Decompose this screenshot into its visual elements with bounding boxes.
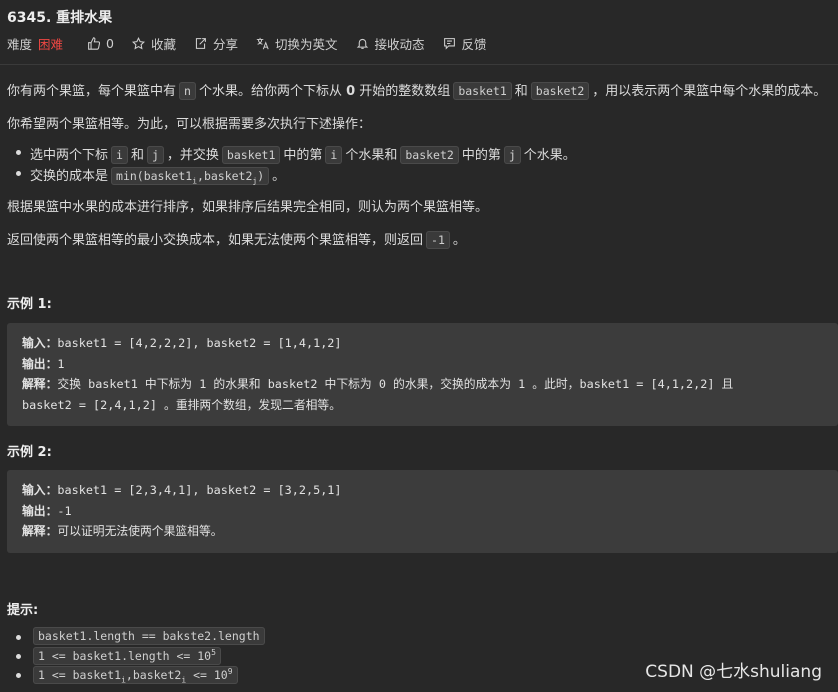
- list-item: 1 <= basket1.length <= 105: [16, 647, 265, 667]
- description-paragraph-3: 根据果篮中水果的成本进行排序，如果排序后结果完全相同，则认为两个果篮相等。: [7, 200, 489, 215]
- example-1-block: 输入：basket1 = [4,2,2,2], basket2 = [1,4,1…: [7, 323, 838, 426]
- example-2-heading: 示例 2:: [7, 445, 52, 460]
- list-item: 交换的成本是 min(basket1i,basket2j)。: [16, 165, 576, 186]
- inline-code: min(basket1i,basket2j): [111, 167, 270, 185]
- inline-code: basket1: [453, 82, 512, 100]
- inline-code: -1: [426, 231, 450, 249]
- translate-button[interactable]: 切换为英文: [256, 34, 338, 53]
- translate-icon: [256, 37, 269, 49]
- operation-list: 选中两个下标 i 和 j ，并交换 basket1 中的第 i 个水果和 basket2 中的第 j 个…: [16, 144, 576, 186]
- page-title: 6345. 重排水果: [7, 10, 113, 26]
- hints-list: basket1.length == bakste2.length 1 <= ba…: [16, 627, 265, 686]
- csdn-watermark: CSDN @七水shuliang: [645, 662, 822, 682]
- subscribe-button[interactable]: 接收动态: [356, 34, 425, 53]
- thumbs-up-icon: [88, 36, 101, 50]
- list-item: 1 <= basket1i,basket2i <= 109: [16, 666, 265, 686]
- example-2-block: 输入：basket1 = [2,3,4,1], basket2 = [3,2,5…: [7, 470, 838, 553]
- difficulty-label: 难度: [7, 36, 33, 52]
- problem-meta-bar: 难度 困难 0 收藏 分享 切换为英文 接收动态 反馈: [7, 34, 505, 52]
- share-button[interactable]: 分享: [194, 34, 238, 53]
- example-1-heading: 示例 1:: [7, 297, 52, 312]
- share-icon: [195, 37, 206, 49]
- like-button[interactable]: 0: [87, 36, 114, 51]
- like-count: 0: [106, 35, 114, 51]
- feedback-button[interactable]: 反馈: [443, 34, 487, 53]
- feedback-icon: [443, 37, 455, 50]
- hints-heading: 提示:: [7, 603, 39, 618]
- description-paragraph-4: 返回使两个果篮相等的最小交换成本，如果无法使两个果篮相等，则返回 -1。: [7, 231, 466, 249]
- header-divider: [0, 64, 838, 65]
- description-paragraph-1: 你有两个果篮，每个果篮中有 n 个水果。给你两个下标从 0 开始的整数数组 baske…: [7, 82, 827, 100]
- list-item: basket1.length == bakste2.length: [16, 627, 265, 648]
- inline-code: n: [179, 82, 196, 100]
- difficulty-badge: 困难: [38, 36, 64, 52]
- favorite-button[interactable]: 收藏: [131, 34, 176, 53]
- star-icon: [131, 36, 145, 49]
- bell-icon: [356, 38, 368, 49]
- list-item: 选中两个下标 i 和 j ，并交换 basket1 中的第 i 个水果和 basket2 中的第 j 个…: [16, 144, 576, 165]
- inline-code: basket2: [530, 82, 590, 100]
- description-paragraph-2: 你希望两个果篮相等。为此，可以根据需要多次执行下述操作：: [7, 117, 372, 132]
